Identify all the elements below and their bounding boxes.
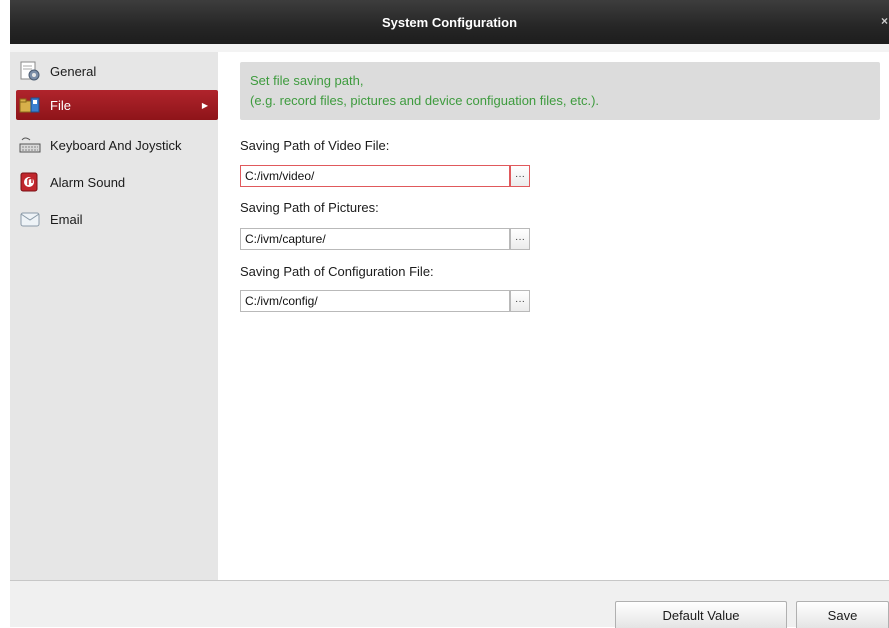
- email-icon: [18, 207, 42, 231]
- general-settings-icon: [18, 59, 42, 83]
- video-path-label: Saving Path of Video File:: [240, 138, 390, 153]
- config-path-browse-button[interactable]: ···: [510, 290, 530, 312]
- sidebar-item-general[interactable]: General: [16, 56, 218, 86]
- save-button[interactable]: Save: [796, 601, 889, 628]
- keyboard-icon: [18, 133, 42, 157]
- sidebar-item-label: Email: [50, 211, 83, 227]
- default-value-button[interactable]: Default Value: [615, 601, 787, 628]
- title-bar: System Configuration ×: [10, 0, 889, 44]
- sidebar-item-keyboard-and-joystick[interactable]: Keyboard And Joystick: [16, 130, 218, 160]
- sidebar-item-file[interactable]: File ▶: [16, 90, 218, 120]
- file-folder-icon: [18, 93, 42, 117]
- sidebar: General File ▶ Keyboard And Joystick Ala…: [10, 52, 218, 580]
- pictures-path-input[interactable]: [240, 228, 510, 250]
- chevron-right-icon: ▶: [201, 100, 208, 110]
- pictures-path-browse-button[interactable]: ···: [510, 228, 530, 250]
- sidebar-item-alarm-sound[interactable]: Alarm Sound: [16, 167, 218, 197]
- close-icon[interactable]: ×: [881, 14, 889, 28]
- info-text-line1: Set file saving path,: [250, 73, 364, 88]
- video-path-input[interactable]: [240, 165, 510, 187]
- config-path-label: Saving Path of Configuration File:: [240, 264, 434, 279]
- system-configuration-window: System Configuration × General File ▶ Ke…: [10, 0, 889, 628]
- sidebar-item-label: Keyboard And Joystick: [50, 137, 182, 153]
- file-settings-panel: Set file saving path, (e.g. record files…: [218, 52, 889, 580]
- window-title: System Configuration: [381, 14, 518, 30]
- pictures-path-label: Saving Path of Pictures:: [240, 200, 379, 215]
- sidebar-item-label: General: [50, 63, 97, 79]
- sidebar-item-label: Alarm Sound: [50, 174, 126, 190]
- config-path-input[interactable]: [240, 290, 510, 312]
- sidebar-item-email[interactable]: Email: [16, 204, 218, 234]
- sidebar-item-label: File: [50, 97, 71, 113]
- info-box: Set file saving path, (e.g. record files…: [240, 62, 880, 120]
- alarm-sound-icon: [18, 170, 42, 194]
- video-path-browse-button[interactable]: ···: [510, 165, 530, 187]
- footer-bar: Default Value Save: [10, 580, 889, 628]
- info-text-line2: (e.g. record files, pictures and device …: [250, 93, 600, 108]
